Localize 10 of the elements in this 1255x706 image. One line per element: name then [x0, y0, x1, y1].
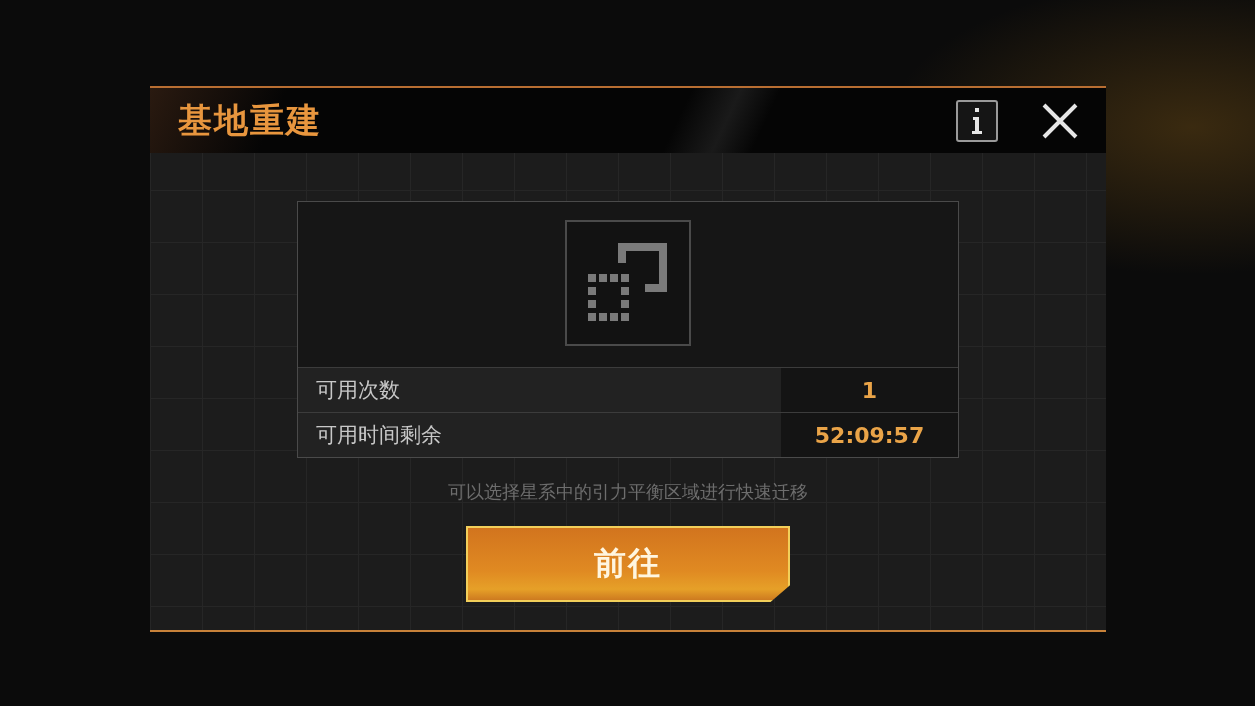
info-button[interactable] — [956, 99, 998, 142]
go-button[interactable]: 前往 — [466, 526, 790, 602]
stat-label: 可用次数 — [315, 377, 401, 404]
hint-text: 可以选择星系中的引力平衡区域进行快速迁移 — [448, 480, 808, 504]
stat-value: 52:09:57 — [781, 413, 958, 457]
dialog-title: 基地重建 — [178, 98, 323, 142]
info-icon — [970, 106, 984, 135]
stat-value: 1 — [781, 368, 958, 412]
stat-label: 可用时间剩余 — [315, 422, 443, 449]
close-icon — [1041, 101, 1079, 140]
